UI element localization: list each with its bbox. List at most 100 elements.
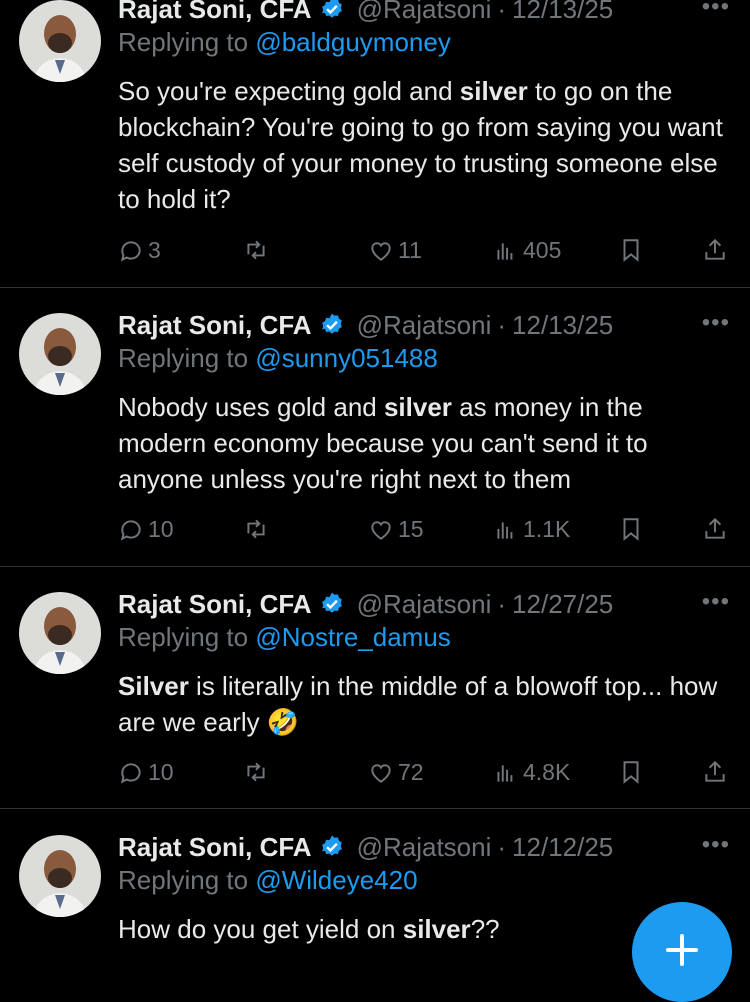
tweet-header: Rajat Soni, CFA @Rajatsoni · 12/13/25 xyxy=(118,309,613,341)
views-icon xyxy=(497,764,513,782)
author-handle[interactable]: @Rajatsoni xyxy=(357,832,492,863)
bookmark-button[interactable] xyxy=(618,516,644,542)
reply-icon xyxy=(120,240,141,261)
reply-icon xyxy=(120,762,141,783)
reply-icon xyxy=(120,519,141,540)
like-icon xyxy=(371,520,391,540)
more-icon[interactable]: ••• xyxy=(702,0,730,21)
avatar[interactable] xyxy=(19,592,101,674)
tweet-date[interactable]: 12/27/25 xyxy=(512,589,613,620)
tweet-text: Silver is literally in the middle of a b… xyxy=(118,668,728,740)
share-icon xyxy=(705,238,725,260)
tweet-header: Rajat Soni, CFA @Rajatsoni · 12/27/25 xyxy=(118,588,613,620)
view-count: 4.8K xyxy=(523,759,571,785)
tweet-date[interactable]: 12/13/25 xyxy=(512,310,613,341)
replying-line: Replying to @sunny051488 xyxy=(118,343,438,374)
compose-button[interactable] xyxy=(632,902,732,1002)
reply-target-link[interactable]: @sunny051488 xyxy=(255,343,438,373)
avatar[interactable] xyxy=(19,313,101,395)
tweet-header: Rajat Soni, CFA @Rajatsoni · 12/13/25 xyxy=(118,0,613,25)
share-icon xyxy=(705,760,725,782)
dot-separator: · xyxy=(497,588,507,619)
reply-count: 3 xyxy=(148,237,161,263)
like-button[interactable]: 72 xyxy=(368,759,424,786)
like-count: 11 xyxy=(398,237,422,263)
reply-button[interactable]: 10 xyxy=(118,516,174,543)
action-bar: 10 15 1.1K xyxy=(118,516,738,546)
repost-icon xyxy=(247,240,265,260)
reply-button[interactable]: 3 xyxy=(118,237,161,264)
tweet-date[interactable]: 12/13/25 xyxy=(512,0,613,25)
text-segment-bold: silver xyxy=(383,392,452,422)
reply-count: 10 xyxy=(148,759,174,785)
views-button[interactable]: 4.8K xyxy=(493,759,570,786)
text-segment: ?? xyxy=(470,914,500,944)
replying-line: Replying to @baldguymoney xyxy=(118,27,451,58)
text-segment: How do you get yield on xyxy=(118,914,403,944)
tweet[interactable]: Rajat Soni, CFA @Rajatsoni · 12/13/25 ••… xyxy=(0,309,750,565)
views-icon xyxy=(497,242,513,260)
author-name[interactable]: Rajat Soni, CFA xyxy=(118,310,312,341)
author-handle[interactable]: @Rajatsoni xyxy=(357,589,492,620)
avatar[interactable] xyxy=(19,835,101,917)
text-segment: So you're expecting gold and xyxy=(118,76,460,106)
divider xyxy=(0,287,750,288)
verified-badge-icon xyxy=(321,835,342,856)
views-button[interactable]: 1.1K xyxy=(493,516,570,543)
text-segment: is literally in the middle of a blowoff … xyxy=(118,671,718,737)
bookmark-button[interactable] xyxy=(618,237,644,263)
replying-line: Replying to @Nostre_damus xyxy=(118,622,451,653)
verified-badge-icon xyxy=(321,313,342,334)
avatar[interactable] xyxy=(19,0,101,82)
compose-plus-icon xyxy=(666,934,698,966)
action-bar: 3 11 405 xyxy=(118,237,738,267)
views-button[interactable]: 405 xyxy=(493,237,561,264)
tweet-date[interactable]: 12/12/25 xyxy=(512,832,613,863)
repost-button[interactable] xyxy=(243,516,269,542)
tweet-header: Rajat Soni, CFA @Rajatsoni · 12/12/25 xyxy=(118,831,613,863)
author-name[interactable]: Rajat Soni, CFA xyxy=(118,0,312,25)
like-count: 72 xyxy=(398,759,424,785)
reply-button[interactable]: 10 xyxy=(118,759,174,786)
reply-target-link[interactable]: @baldguymoney xyxy=(255,27,451,57)
like-button[interactable]: 11 xyxy=(368,237,422,264)
dot-separator: · xyxy=(497,831,507,862)
share-icon xyxy=(705,517,725,539)
author-name[interactable]: Rajat Soni, CFA xyxy=(118,832,312,863)
replying-prefix: Replying to xyxy=(118,622,249,652)
verified-badge-icon xyxy=(321,0,342,18)
action-bar: 10 72 4.8K xyxy=(118,759,738,789)
more-icon[interactable]: ••• xyxy=(702,309,730,337)
like-button[interactable]: 15 xyxy=(368,516,424,543)
author-handle[interactable]: @Rajatsoni xyxy=(357,0,492,25)
reply-target-link[interactable]: @Nostre_damus xyxy=(255,622,450,652)
text-segment-bold: silver xyxy=(402,914,471,944)
reply-target-link[interactable]: @Wildeye420 xyxy=(255,865,417,895)
divider xyxy=(0,566,750,567)
share-button[interactable] xyxy=(702,759,728,785)
repost-button[interactable] xyxy=(243,237,269,263)
text-segment-bold: silver xyxy=(459,76,528,106)
like-icon xyxy=(371,241,391,261)
text-segment: Nobody uses gold and xyxy=(118,392,384,422)
tweet-text: So you're expecting gold and silver to g… xyxy=(118,73,728,217)
share-button[interactable] xyxy=(702,237,728,263)
replying-prefix: Replying to xyxy=(118,865,249,895)
author-name[interactable]: Rajat Soni, CFA xyxy=(118,589,312,620)
text-segment-bold: Silver xyxy=(118,671,189,701)
tweet[interactable]: Rajat Soni, CFA @Rajatsoni · 12/27/25 ••… xyxy=(0,588,750,808)
bookmark-button[interactable] xyxy=(618,759,644,785)
tweet-text: Nobody uses gold and silver as money in … xyxy=(118,389,728,497)
tweet[interactable]: Rajat Soni, CFA @Rajatsoni · 12/13/25 ••… xyxy=(0,0,750,283)
repost-icon xyxy=(247,762,265,782)
more-icon[interactable]: ••• xyxy=(702,588,730,616)
like-icon xyxy=(371,763,391,783)
bookmark-icon xyxy=(623,239,639,262)
share-button[interactable] xyxy=(702,516,728,542)
repost-button[interactable] xyxy=(243,759,269,785)
more-icon[interactable]: ••• xyxy=(702,831,730,859)
replying-line: Replying to @Wildeye420 xyxy=(118,865,418,896)
bookmark-icon xyxy=(623,518,639,541)
reply-count: 10 xyxy=(148,516,174,542)
author-handle[interactable]: @Rajatsoni xyxy=(357,310,492,341)
